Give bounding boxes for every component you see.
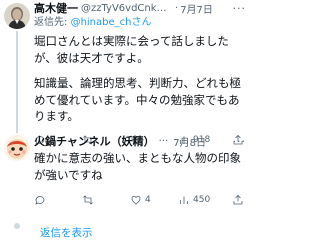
retweet-button[interactable] [82,194,130,206]
views-count: 450 [193,195,211,205]
share-icon [233,194,243,205]
tweet-header: 高木健一 @zzTyV6vdCnkU... · 7月7日 ··· [34,0,246,16]
thread-dot [14,223,20,229]
views-icon [180,196,188,204]
author-name[interactable]: 高木健一 [34,0,78,16]
tweet-content: 高木健一 @zzTyV6vdCnkU... · 7月7日 ··· 返信先: @h… [34,0,250,145]
action-bar: 4 450 [34,191,246,209]
like-button[interactable]: 4 [130,194,178,206]
more-options-icon[interactable]: ··· [233,135,247,148]
like-count: 4 [145,195,151,205]
mascot-avatar-icon [4,135,30,161]
reply-button[interactable] [34,194,82,206]
author-handle[interactable]: @zzTyV6vdCnkU... [81,3,173,14]
retweet-icon [83,195,93,205]
avatar-column [0,133,34,221]
header-separator: · [175,2,179,14]
reply-icon [35,196,45,205]
reply-to-label: 返信先: [34,17,71,28]
tweet-text: 確かに意志の強い、まともな人物の印象が強いですね [34,151,241,182]
header-separator: ··· [158,135,169,147]
heart-icon [131,195,141,205]
more-options-icon[interactable]: ··· [233,2,247,15]
tweet-2[interactable]: 火鍋チャンネル（妖精） ··· 7月8日 ··· 確かに意志の強い、まともな人物… [0,133,250,221]
share-button[interactable] [232,194,244,206]
reply-to-mention[interactable]: @hinabe_chさん [71,17,152,28]
avatar-column [0,0,34,133]
tweet-1[interactable]: 高木健一 @zzTyV6vdCnkU... · 7月7日 ··· 返信先: @h… [0,0,250,145]
tweet-paragraph: 知識量、論理的思考、判断力、どれも極めて優れています。中々の勉強家でもあります。 [34,76,241,123]
tweet-date[interactable]: 7月7日 [180,1,213,16]
show-replies-link[interactable]: 返信を表示 [40,225,93,240]
thread-line [16,31,18,133]
tweet-header: 火鍋チャンネル（妖精） ··· 7月8日 ··· [34,133,246,149]
reply-to-line: 返信先: @hinabe_chさん [34,16,246,30]
portrait-avatar-icon [4,3,30,29]
tweet-date[interactable]: 7月8日 [173,134,206,149]
avatar[interactable] [4,135,30,161]
tweet-paragraph: 堀口さんとは実際に会って話しましたが、彼は天才ですよ。 [34,34,229,65]
avatar[interactable] [4,3,30,29]
tweet-text: 堀口さんとは実際に会って話しましたが、彼は天才ですよ。 知識量、論理的思考、判断… [34,33,246,125]
author-name[interactable]: 火鍋チャンネル（妖精） [34,133,155,149]
tweet-content: 火鍋チャンネル（妖精） ··· 7月8日 ··· 確かに意志の強い、まともな人物… [34,133,250,221]
views-button[interactable]: 450 [178,194,226,206]
